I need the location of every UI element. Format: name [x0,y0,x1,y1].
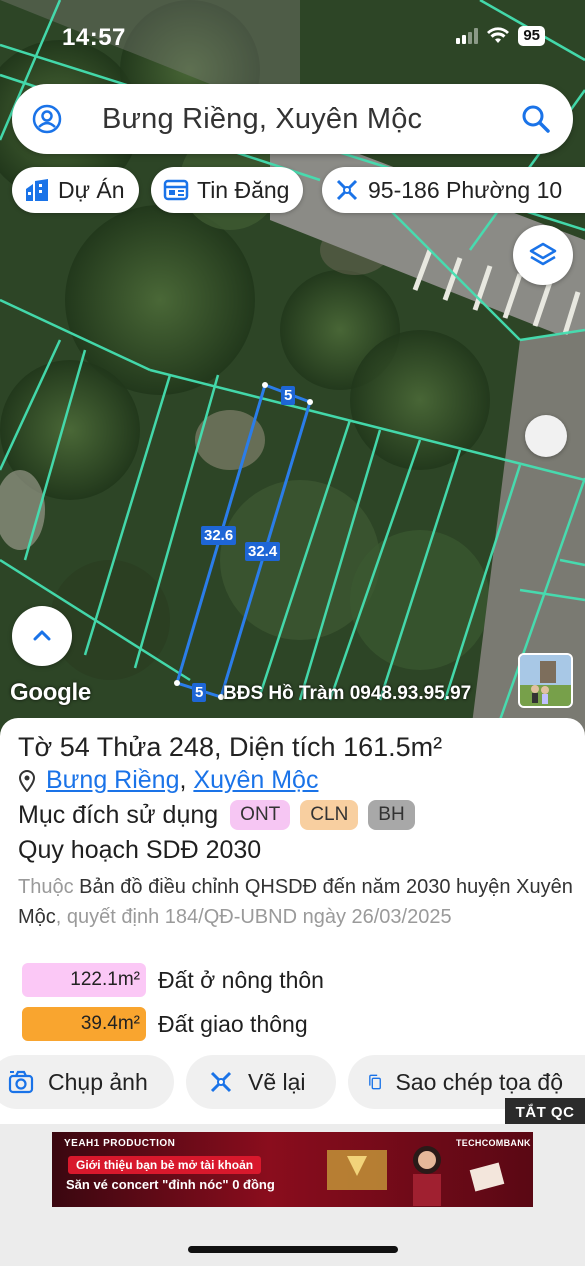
edge-label-bottom: 5 [192,683,207,702]
camera-icon [8,1070,34,1094]
copy-coordinates-label: Sao chép tọa độ [395,1068,563,1095]
copy-icon [369,1074,381,1090]
google-logo: Google [10,679,91,706]
land-use-purpose: Mục đích sử dụng ONT CLN BH [18,800,415,830]
chip-phuong[interactable]: 95-186 Phường 10 [322,167,585,213]
parcel-number: 248 [168,732,214,762]
ad-artwork [327,1146,505,1206]
map-watermark: BĐS Hồ Tràm 0948.93.95.97 [223,683,472,704]
sheet-label: Tờ [18,732,53,762]
commune-link[interactable]: Bưng Riềng [46,766,179,794]
badge-cln[interactable]: CLN [300,800,359,830]
purpose-label: Mục đích sử dụng [18,800,219,829]
ad-area: YEAH1 PRODUCTION Giới thiệu bạn bè mở tà… [0,1124,585,1266]
parcel-location: Bưng Riềng, Xuyên Mộc [18,766,318,795]
user-icon[interactable] [32,104,62,134]
planning-desc-prefix: Thuộc [18,876,74,898]
layers-button[interactable] [513,225,573,285]
search-icon[interactable] [521,104,551,134]
chip-phuong-label: 95-186 Phường 10 [368,176,563,203]
chip-tin-dang-label: Tin Đăng [197,176,290,203]
search-input[interactable]: Bưng Riềng, Xuyên Mộc [102,103,422,136]
capture-button[interactable]: Chụp ảnh [0,1055,174,1109]
ruler-icon [336,179,358,201]
redraw-icon [210,1071,232,1093]
street-view-thumbnail[interactable] [518,653,573,708]
redraw-label: Vẽ lại [248,1068,306,1095]
map-view[interactable]: 5 32.6 32.4 5 14:57 95 Bưng Riềng, Xuyên… [0,0,585,740]
redraw-button[interactable]: Vẽ lại [186,1055,336,1109]
wifi-icon [487,27,510,43]
chevron-up-icon [33,630,51,641]
edge-label-top: 5 [281,386,296,405]
parcel-title: Tờ 54 Thửa 248, Diện tích 161.5m² [18,732,443,762]
capture-label: Chụp ảnh [48,1068,148,1095]
district-link[interactable]: Xuyên Mộc [193,766,318,794]
cellular-signal-icon [456,28,479,44]
street-view-image [520,655,571,706]
location-separator: , [179,766,187,794]
chip-tin-dang[interactable]: Tin Đăng [151,167,304,213]
chip-du-an[interactable]: Dự Án [12,167,139,213]
badge-bh[interactable]: BH [368,800,415,830]
zone-area: 39.4m² [22,1007,146,1041]
zone-area: 122.1m² [22,963,146,997]
expand-up-button[interactable] [12,606,72,666]
chip-du-an-label: Dự Án [58,176,125,203]
location-pin-icon [18,769,36,792]
search-bar[interactable]: Bưng Riềng, Xuyên Mộc [12,84,573,154]
area-value: 161.5m² [343,732,443,762]
parcel-label: Thửa [96,732,162,762]
zone-name: Đất ở nông thôn [158,966,324,993]
status-icons: 95 [456,26,545,46]
location-button[interactable] [525,415,567,457]
planning-title: Quy hoạch SDĐ 2030 [18,836,262,864]
buildings-icon [26,179,48,201]
ad-brand-left: YEAH1 PRODUCTION [64,1138,176,1149]
listing-icon [163,179,189,201]
layers-icon [529,242,557,266]
badge-ont[interactable]: ONT [230,800,291,830]
zone-name: Đất giao thông [158,1010,308,1037]
parcel-info-sheet: Tờ 54 Thửa 248, Diện tích 161.5m² Bưng R… [0,718,585,1128]
planning-desc-suffix: , quyết định 184/QĐ-UBND ngày 26/03/2025 [55,906,452,928]
ad-banner[interactable]: YEAH1 PRODUCTION Giới thiệu bạn bè mở tà… [52,1132,533,1207]
planning-description: Thuộc Bản đồ điều chỉnh QHSDĐ đến năm 20… [18,872,578,932]
sheet-number: 54 [59,732,90,762]
area-label: Diện tích [228,732,336,762]
zone-row: 39.4m² Đất giao thông [22,1007,308,1041]
home-indicator [188,1246,398,1253]
edge-label-left: 32.6 [201,526,237,545]
battery-indicator: 95 [518,26,545,46]
status-time: 14:57 [62,24,126,51]
zone-row: 122.1m² Đất ở nông thôn [22,963,324,997]
edge-label-right: 32.4 [245,542,281,561]
ad-subline: Săn vé concert "đỉnh nóc" 0 đồng [66,1177,275,1192]
ad-headline: Giới thiệu bạn bè mở tài khoản [68,1156,262,1174]
